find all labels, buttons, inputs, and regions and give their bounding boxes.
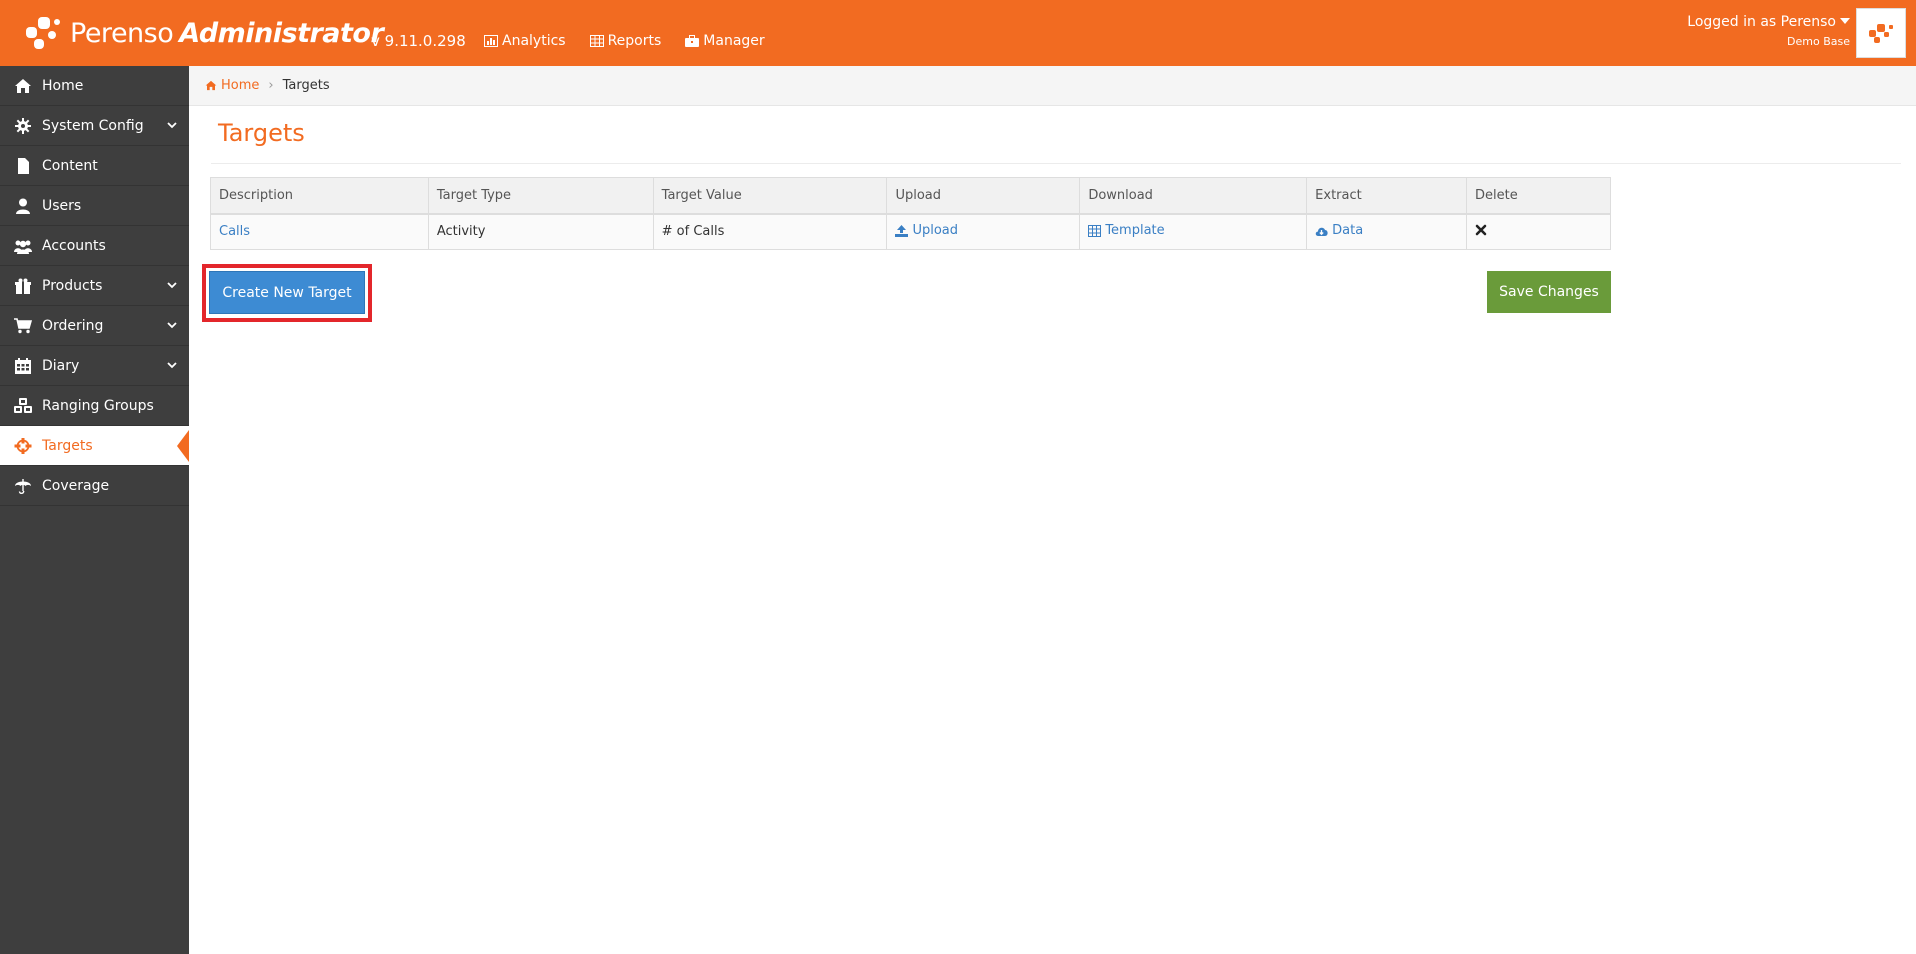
create-new-target-button[interactable]: Create New Target xyxy=(209,271,365,314)
column-header-download[interactable]: Download xyxy=(1079,177,1308,215)
cart-icon xyxy=(13,317,33,335)
cell-upload: Upload xyxy=(886,213,1081,250)
sidebar-item-accounts[interactable]: Accounts xyxy=(0,226,189,266)
avatar[interactable] xyxy=(1856,8,1906,58)
upload-link-label: Upload xyxy=(912,223,959,238)
cell-extract: Data xyxy=(1306,213,1468,250)
sidebar-item-label: Ordering xyxy=(42,317,104,334)
perenso-logo-icon xyxy=(24,13,64,53)
gift-icon xyxy=(13,277,33,295)
template-link-label: Template xyxy=(1105,223,1165,238)
umbrella-icon xyxy=(13,477,33,495)
nav-reports[interactable]: Reports xyxy=(589,33,662,49)
sidebar-item-ordering[interactable]: Ordering xyxy=(0,306,189,346)
data-link-label: Data xyxy=(1332,223,1364,238)
users-icon xyxy=(13,237,33,255)
sidebar-item-content[interactable]: Content xyxy=(0,146,189,186)
sidebar-item-home[interactable]: Home xyxy=(0,66,189,106)
cloud-download-icon xyxy=(1315,227,1328,236)
brand[interactable]: Perenso Administrator xyxy=(24,12,384,54)
top-nav: Analytics Reports Manager xyxy=(484,33,765,49)
page-title: Targets xyxy=(218,119,305,147)
sidebar: Home System Config Content Users Account… xyxy=(0,66,189,954)
gear-icon xyxy=(13,117,33,135)
cell-description: Calls xyxy=(210,213,429,250)
home-icon xyxy=(205,80,217,91)
column-header-target-type[interactable]: Target Type xyxy=(427,177,654,215)
sidebar-item-label: Home xyxy=(42,77,84,94)
breadcrumb: Home › Targets xyxy=(189,66,1916,106)
sidebar-item-ranging-groups[interactable]: Ranging Groups xyxy=(0,386,189,426)
logged-in-label: Logged in as Perenso xyxy=(1687,14,1836,30)
caret-down-icon xyxy=(1840,18,1850,24)
sidebar-item-users[interactable]: Users xyxy=(0,186,189,226)
cell-target-type: Activity xyxy=(427,213,654,250)
briefcase-icon xyxy=(685,35,700,47)
home-icon xyxy=(13,77,33,95)
nav-manager[interactable]: Manager xyxy=(685,33,765,49)
sidebar-item-label: Products xyxy=(42,277,103,294)
column-header-description[interactable]: Description xyxy=(210,177,429,215)
nav-manager-label: Manager xyxy=(703,33,765,49)
targets-table: Description Target Type Target Value Upl… xyxy=(210,177,1611,250)
table-header-row: Description Target Type Target Value Upl… xyxy=(210,177,1611,215)
table-row: Calls Activity # of Calls Upload Templat… xyxy=(210,213,1611,250)
chevron-down-icon xyxy=(167,282,177,289)
user-icon xyxy=(13,197,33,215)
chevron-down-icon xyxy=(167,362,177,369)
database-name: Demo Base xyxy=(1787,35,1850,48)
sidebar-item-products[interactable]: Products xyxy=(0,266,189,306)
sidebar-item-label: Targets xyxy=(42,437,93,454)
close-icon[interactable] xyxy=(1475,224,1487,236)
cubes-icon xyxy=(13,397,33,415)
sidebar-item-label: Diary xyxy=(42,357,80,374)
sidebar-item-label: Content xyxy=(42,157,98,174)
nav-reports-label: Reports xyxy=(607,33,662,49)
upload-link[interactable]: Upload xyxy=(895,223,958,238)
title-divider xyxy=(211,163,1901,164)
sidebar-item-label: Users xyxy=(42,197,82,214)
sidebar-item-system-config[interactable]: System Config xyxy=(0,106,189,146)
save-changes-button[interactable]: Save Changes xyxy=(1487,271,1611,313)
column-header-upload[interactable]: Upload xyxy=(886,177,1081,215)
app-version: v 9.11.0.298 xyxy=(371,32,466,50)
column-header-extract[interactable]: Extract xyxy=(1306,177,1468,215)
upload-icon xyxy=(895,224,909,237)
brand-name-light: Perenso xyxy=(70,17,174,49)
sidebar-item-label: Accounts xyxy=(42,237,106,254)
nav-analytics-label: Analytics xyxy=(502,33,566,49)
user-menu[interactable]: Logged in as Perenso Demo Base xyxy=(1687,14,1850,48)
sidebar-item-targets[interactable]: Targets xyxy=(0,426,189,466)
breadcrumb-home-label: Home xyxy=(221,78,260,93)
sidebar-item-diary[interactable]: Diary xyxy=(0,346,189,386)
file-icon xyxy=(13,157,33,175)
calendar-icon xyxy=(13,357,33,375)
perenso-avatar-icon xyxy=(1869,24,1893,43)
sidebar-item-label: Coverage xyxy=(42,477,110,494)
data-extract-link[interactable]: Data xyxy=(1315,223,1363,238)
cell-download: Template xyxy=(1079,213,1308,250)
breadcrumb-home[interactable]: Home xyxy=(205,78,259,93)
chevron-down-icon xyxy=(167,322,177,329)
breadcrumb-current: Targets xyxy=(282,78,330,93)
sidebar-item-coverage[interactable]: Coverage xyxy=(0,466,189,506)
nav-analytics[interactable]: Analytics xyxy=(484,33,566,49)
template-download-link[interactable]: Template xyxy=(1088,223,1165,238)
target-description-link[interactable]: Calls xyxy=(219,224,250,239)
crosshairs-icon xyxy=(13,437,33,455)
cell-target-value: # of Calls xyxy=(652,213,888,250)
sidebar-item-label: Ranging Groups xyxy=(42,397,154,414)
cell-delete xyxy=(1466,213,1611,250)
chevron-down-icon xyxy=(167,122,177,129)
breadcrumb-separator-icon: › xyxy=(268,78,274,93)
top-header: Perenso Administrator v 9.11.0.298 Analyt… xyxy=(0,0,1916,66)
column-header-delete[interactable]: Delete xyxy=(1466,177,1611,215)
sidebar-item-label: System Config xyxy=(42,117,144,134)
chart-icon xyxy=(484,35,498,47)
table-icon xyxy=(1088,224,1102,237)
brand-name-bold: Administrator xyxy=(179,17,384,49)
column-header-target-value[interactable]: Target Value xyxy=(652,177,888,215)
table-icon xyxy=(589,35,604,47)
